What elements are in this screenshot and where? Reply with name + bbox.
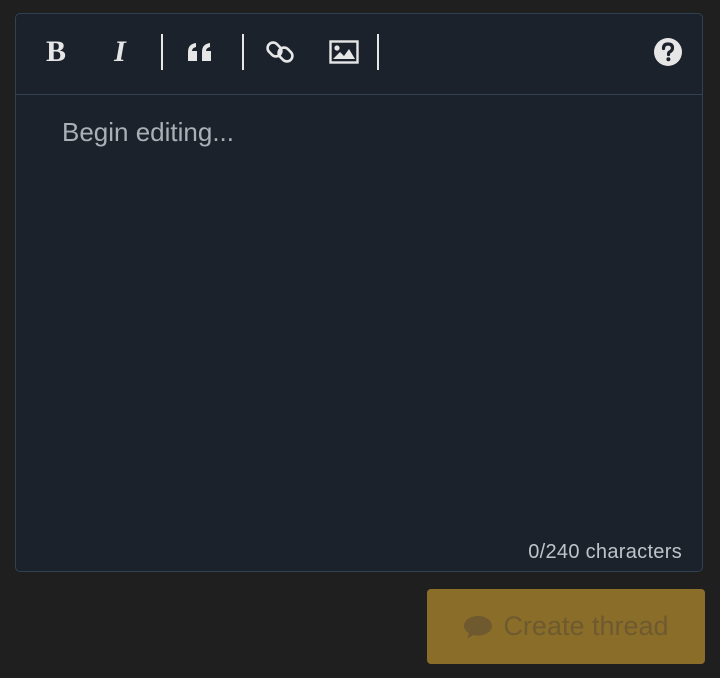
question-circle-icon — [654, 38, 682, 66]
quote-icon — [188, 43, 211, 61]
markdown-editor: B I Begin editing... 0/240 characters — [15, 13, 703, 572]
create-thread-button[interactable]: Create thread — [427, 589, 705, 664]
image-icon — [329, 40, 359, 64]
character-counter: 0/240 characters — [528, 541, 682, 563]
comment-icon — [464, 615, 493, 638]
create-thread-label: Create thread — [503, 611, 669, 641]
editor-textarea[interactable] — [16, 95, 702, 550]
italic-icon: I — [114, 35, 126, 68]
quote-button[interactable] — [182, 32, 218, 72]
link-button[interactable] — [262, 32, 298, 72]
toolbar-divider — [242, 34, 244, 70]
toolbar-divider — [377, 34, 379, 70]
bold-icon: B — [45, 35, 66, 68]
editor-toolbar: B I — [16, 14, 702, 95]
italic-button[interactable]: I — [104, 32, 136, 72]
toolbar-divider — [161, 34, 163, 70]
bold-button[interactable]: B — [40, 32, 72, 72]
link-icon — [266, 41, 294, 63]
image-button[interactable] — [326, 32, 362, 72]
help-button[interactable] — [650, 32, 686, 72]
